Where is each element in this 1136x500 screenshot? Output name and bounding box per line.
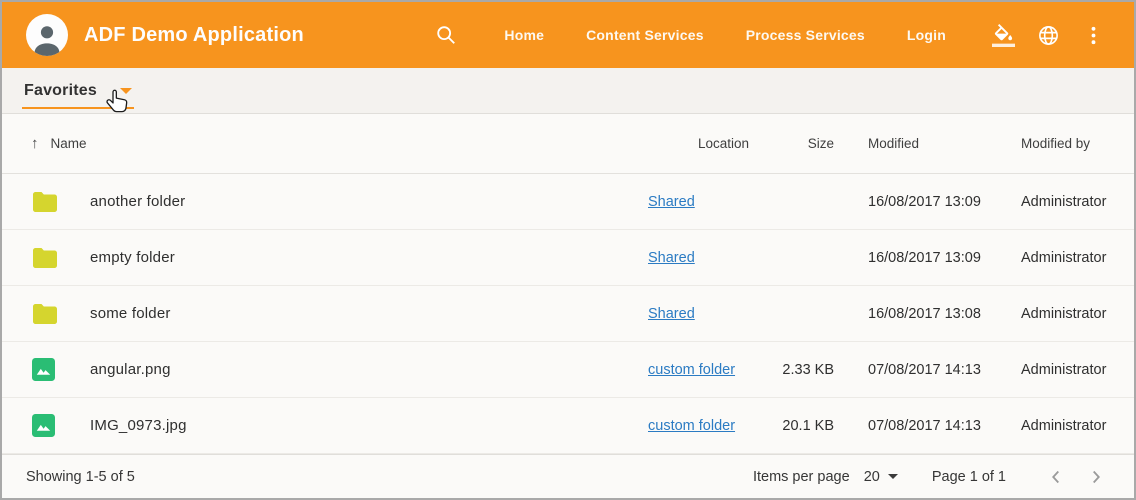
modified-date: 07/08/2017 14:13 [836, 362, 1014, 378]
column-header-name[interactable]: ↑ Name [2, 136, 648, 151]
pagination-bar: Showing 1-5 of 5 Items per page 20 Page … [2, 454, 1134, 498]
user-silhouette-icon [30, 22, 64, 56]
language-button[interactable] [1037, 24, 1060, 47]
file-name[interactable]: some folder [90, 305, 648, 322]
appbar-icon-group [981, 24, 1116, 47]
file-size: 20.1 KB [754, 418, 836, 434]
location-cell: Shared [648, 305, 754, 323]
table-row[interactable]: IMG_0973.jpg custom folder 20.1 KB 07/08… [2, 398, 1134, 454]
selected-tab-label: Favorites [24, 82, 97, 100]
folder-icon [32, 303, 58, 325]
globe-icon [1037, 24, 1060, 47]
avatar[interactable] [26, 14, 68, 56]
table-row[interactable]: angular.png custom folder 2.33 KB 07/08/… [2, 342, 1134, 398]
location-link[interactable]: Shared [648, 306, 695, 322]
modified-date: 16/08/2017 13:08 [836, 306, 1014, 322]
format-color-fill-icon [992, 24, 1015, 47]
modified-date: 07/08/2017 14:13 [836, 418, 1014, 434]
file-type-cell [2, 358, 90, 381]
modified-by: Administrator [1014, 250, 1134, 266]
favorites-dropdown[interactable]: Favorites [22, 75, 134, 109]
items-per-page-value: 20 [864, 469, 880, 485]
sort-ascending-icon: ↑ [31, 136, 39, 151]
location-link[interactable]: custom folder [648, 362, 735, 378]
table-header-row: ↑ Name Location Size Modified Modified b… [2, 114, 1134, 174]
column-header-modified-by[interactable]: Modified by [1014, 136, 1134, 151]
more-options-button[interactable] [1082, 24, 1105, 47]
table-row[interactable]: empty folder Shared 16/08/2017 13:09 Adm… [2, 230, 1134, 286]
showing-range-label: Showing 1-5 of 5 [26, 469, 135, 485]
column-header-modified[interactable]: Modified [836, 136, 1014, 151]
chevron-down-icon [120, 88, 132, 94]
modified-by: Administrator [1014, 418, 1134, 434]
location-link[interactable]: Shared [648, 194, 695, 210]
items-per-page-label: Items per page [753, 469, 850, 485]
kebab-menu-icon [1082, 24, 1105, 47]
folder-icon [32, 191, 58, 213]
location-cell: custom folder [648, 361, 754, 379]
modified-by: Administrator [1014, 362, 1134, 378]
modified-by: Administrator [1014, 306, 1134, 322]
tab-bar: Favorites [2, 68, 1134, 114]
chevron-right-icon [1085, 466, 1107, 488]
file-type-cell [2, 247, 90, 269]
file-name[interactable]: angular.png [90, 361, 648, 378]
page-indicator-label: Page 1 of 1 [932, 469, 1006, 485]
nav-item-content-services[interactable]: Content Services [586, 17, 704, 53]
location-cell: custom folder [648, 417, 754, 435]
file-type-cell [2, 414, 90, 437]
column-header-location[interactable]: Location [648, 136, 754, 151]
table-row[interactable]: another folder Shared 16/08/2017 13:09 A… [2, 174, 1134, 230]
items-per-page-control: Items per page 20 [753, 469, 898, 485]
app-header: ADF Demo Application Home Content Servic… [2, 2, 1134, 68]
app-title: ADF Demo Application [84, 24, 304, 47]
image-file-icon [32, 414, 55, 437]
table-row[interactable]: some folder Shared 16/08/2017 13:08 Admi… [2, 286, 1134, 342]
image-file-icon [32, 358, 55, 381]
items-per-page-select[interactable]: 20 [864, 469, 898, 485]
previous-page-button[interactable] [1045, 466, 1067, 488]
nav-item-login[interactable]: Login [907, 17, 946, 53]
location-cell: Shared [648, 249, 754, 267]
table-body: another folder Shared 16/08/2017 13:09 A… [2, 174, 1134, 454]
file-type-cell [2, 303, 90, 325]
file-name[interactable]: IMG_0973.jpg [90, 417, 648, 434]
document-list: ↑ Name Location Size Modified Modified b… [2, 114, 1134, 454]
file-size: 2.33 KB [754, 362, 836, 378]
column-header-size[interactable]: Size [754, 136, 836, 151]
chevron-left-icon [1045, 466, 1067, 488]
location-cell: Shared [648, 193, 754, 211]
file-name[interactable]: empty folder [90, 249, 648, 266]
file-type-cell [2, 191, 90, 213]
modified-date: 16/08/2017 13:09 [836, 194, 1014, 210]
file-name[interactable]: another folder [90, 193, 648, 210]
app-window: ADF Demo Application Home Content Servic… [0, 0, 1136, 500]
location-link[interactable]: Shared [648, 250, 695, 266]
modified-by: Administrator [1014, 194, 1134, 210]
search-icon [435, 24, 457, 46]
folder-icon [32, 247, 58, 269]
nav-item-process-services[interactable]: Process Services [746, 17, 865, 53]
modified-date: 16/08/2017 13:09 [836, 250, 1014, 266]
theme-color-button[interactable] [992, 24, 1015, 47]
search-button[interactable] [435, 24, 457, 46]
main-nav: Home Content Services Process Services L… [483, 17, 967, 53]
next-page-button[interactable] [1085, 466, 1107, 488]
location-link[interactable]: custom folder [648, 418, 735, 434]
chevron-down-icon [888, 474, 898, 479]
nav-item-home[interactable]: Home [504, 17, 544, 53]
